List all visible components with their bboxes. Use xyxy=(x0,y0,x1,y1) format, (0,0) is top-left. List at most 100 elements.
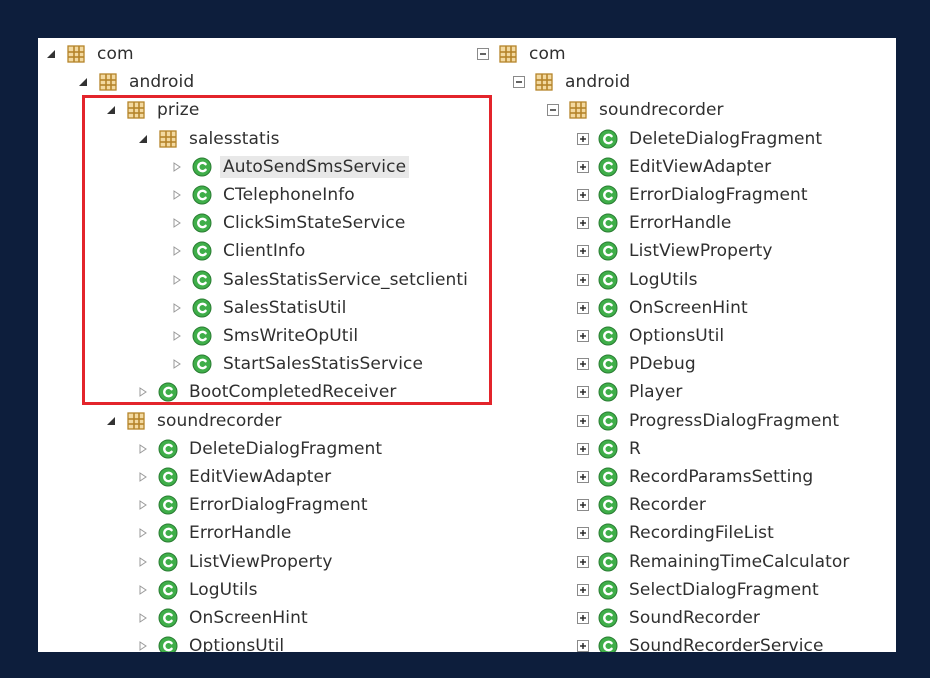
class-icon xyxy=(598,439,618,459)
expand-toggle-icon[interactable] xyxy=(576,442,590,456)
expand-toggle-icon[interactable] xyxy=(136,555,150,569)
tree-item-label: Recorder xyxy=(629,495,706,516)
right-tree-class-recordparamssetting[interactable]: RecordParamsSetting xyxy=(576,463,816,491)
tree-item-label: SoundRecorderService xyxy=(629,636,824,652)
package-icon xyxy=(126,411,146,431)
left-tree-class-listviewproperty[interactable]: ListViewProperty xyxy=(136,548,336,576)
tree-item-label: android xyxy=(129,72,195,93)
right-tree-class-r[interactable]: R xyxy=(576,435,644,463)
tree-item-label: DeleteDialogFragment xyxy=(189,438,383,459)
tree-item-label: ErrorHandle xyxy=(629,213,732,234)
left-tree-class-errordialogfragment[interactable]: ErrorDialogFragment xyxy=(136,491,371,519)
left-tree-package-android[interactable]: android xyxy=(76,68,197,96)
right-tree-class-soundrecorderservice[interactable]: SoundRecorderService xyxy=(576,632,827,652)
right-tree-class-listviewproperty[interactable]: ListViewProperty xyxy=(576,237,776,265)
tree-item-label: OnScreenHint xyxy=(629,297,748,318)
tree-item-label: Player xyxy=(629,382,683,403)
class-icon xyxy=(598,608,618,628)
tree-item-label: SelectDialogFragment xyxy=(629,579,819,600)
right-tree-class-optionsutil[interactable]: OptionsUtil xyxy=(576,322,727,350)
left-tree-class-deletedialogfragment[interactable]: DeleteDialogFragment xyxy=(136,435,385,463)
expand-toggle-icon[interactable] xyxy=(576,385,590,399)
tree-item-label: ErrorDialogFragment xyxy=(629,185,808,205)
right-tree-class-remainingtimecalculator[interactable]: RemainingTimeCalculator xyxy=(576,548,853,576)
right-tree-class-deletedialogfragment[interactable]: DeleteDialogFragment xyxy=(576,125,825,153)
right-tree-class-editviewadapter[interactable]: EditViewAdapter xyxy=(576,153,774,181)
right-tree-class-errorhandle[interactable]: ErrorHandle xyxy=(576,209,735,237)
class-icon xyxy=(598,129,618,149)
expand-toggle-icon[interactable] xyxy=(576,216,590,230)
right-tree-class-recorder[interactable]: Recorder xyxy=(576,491,709,519)
expand-toggle-icon[interactable] xyxy=(136,442,150,456)
expand-toggle-icon[interactable] xyxy=(576,160,590,174)
class-icon xyxy=(598,411,618,431)
expand-toggle-icon[interactable] xyxy=(576,188,590,202)
expand-toggle-icon[interactable] xyxy=(576,357,590,371)
expand-toggle-icon[interactable] xyxy=(576,244,590,258)
right-tree-package-android[interactable]: android xyxy=(512,68,633,96)
tree-item-label: OptionsUtil xyxy=(629,326,725,346)
tree-item-label: com xyxy=(97,44,134,64)
collapse-toggle-icon[interactable] xyxy=(76,75,90,89)
expand-toggle-icon[interactable] xyxy=(576,301,590,315)
class-icon xyxy=(158,608,178,628)
right-tree-class-logutils[interactable]: LogUtils xyxy=(576,266,701,294)
expand-toggle-icon[interactable] xyxy=(136,526,150,540)
expand-toggle-icon[interactable] xyxy=(576,611,590,625)
left-tree-class-logutils[interactable]: LogUtils xyxy=(136,576,261,604)
right-tree-class-errordialogfragment[interactable]: ErrorDialogFragment xyxy=(576,181,811,209)
expand-toggle-icon[interactable] xyxy=(576,583,590,597)
class-icon xyxy=(598,523,618,543)
collapse-toggle-icon[interactable] xyxy=(546,103,560,117)
expand-toggle-icon[interactable] xyxy=(576,329,590,343)
package-icon xyxy=(568,100,588,120)
collapse-toggle-icon[interactable] xyxy=(104,414,118,428)
expand-toggle-icon[interactable] xyxy=(136,470,150,484)
tree-item-label: OnScreenHint xyxy=(189,608,308,628)
left-tree-class-errorhandle[interactable]: ErrorHandle xyxy=(136,519,295,547)
tree-item-label: DeleteDialogFragment xyxy=(629,128,823,149)
right-tree-class-recordingfilelist[interactable]: RecordingFileList xyxy=(576,519,777,547)
left-tree-class-onscreenhint[interactable]: OnScreenHint xyxy=(136,604,311,632)
left-tree-class-optionsutil[interactable]: OptionsUtil xyxy=(136,632,287,652)
expand-toggle-icon[interactable] xyxy=(136,611,150,625)
tree-item-label: SoundRecorder xyxy=(629,608,761,628)
tree-item-label: OptionsUtil xyxy=(189,636,285,652)
right-tree-package-com[interactable]: com xyxy=(476,40,569,68)
left-tree-package-com[interactable]: com xyxy=(44,40,137,68)
left-tree-class-editviewadapter[interactable]: EditViewAdapter xyxy=(136,463,334,491)
expand-toggle-icon[interactable] xyxy=(576,555,590,569)
class-icon xyxy=(598,213,618,233)
expand-toggle-icon[interactable] xyxy=(576,526,590,540)
tree-item-label: RemainingTimeCalculator xyxy=(629,551,850,572)
class-icon xyxy=(598,241,618,261)
expand-toggle-icon[interactable] xyxy=(136,583,150,597)
expand-toggle-icon[interactable] xyxy=(136,498,150,512)
expand-toggle-icon[interactable] xyxy=(576,498,590,512)
expand-toggle-icon[interactable] xyxy=(576,273,590,287)
collapse-toggle-icon[interactable] xyxy=(512,75,526,89)
collapse-toggle-icon[interactable] xyxy=(44,47,58,61)
expand-toggle-icon[interactable] xyxy=(576,414,590,428)
right-tree-class-selectdialogfragment[interactable]: SelectDialogFragment xyxy=(576,576,822,604)
expand-toggle-icon[interactable] xyxy=(576,639,590,652)
expand-toggle-icon[interactable] xyxy=(576,470,590,484)
right-tree-class-progressdialogfragment[interactable]: ProgressDialogFragment xyxy=(576,407,842,435)
expand-toggle-icon[interactable] xyxy=(576,132,590,146)
class-icon xyxy=(598,298,618,318)
package-icon xyxy=(66,44,86,64)
right-tree-class-soundrecorder[interactable]: SoundRecorder xyxy=(576,604,763,632)
right-tree-class-player[interactable]: Player xyxy=(576,378,686,406)
expand-toggle-icon[interactable] xyxy=(136,639,150,652)
tree-item-label: ListViewProperty xyxy=(629,241,773,262)
class-icon xyxy=(158,552,178,572)
right-tree-package-soundrecorder[interactable]: soundrecorder xyxy=(546,96,727,124)
tree-item-label: RecordingFileList xyxy=(629,523,774,544)
tree-item-label: ErrorDialogFragment xyxy=(189,495,368,516)
class-icon xyxy=(158,523,178,543)
left-tree-package-soundrecorder[interactable]: soundrecorder xyxy=(104,407,285,435)
right-tree-class-pdebug[interactable]: PDebug xyxy=(576,350,699,378)
right-tree-class-onscreenhint[interactable]: OnScreenHint xyxy=(576,294,751,322)
package-explorer-panel: com android prize salesstatis AutoSendSmsSer… xyxy=(38,38,896,652)
collapse-toggle-icon[interactable] xyxy=(476,47,490,61)
